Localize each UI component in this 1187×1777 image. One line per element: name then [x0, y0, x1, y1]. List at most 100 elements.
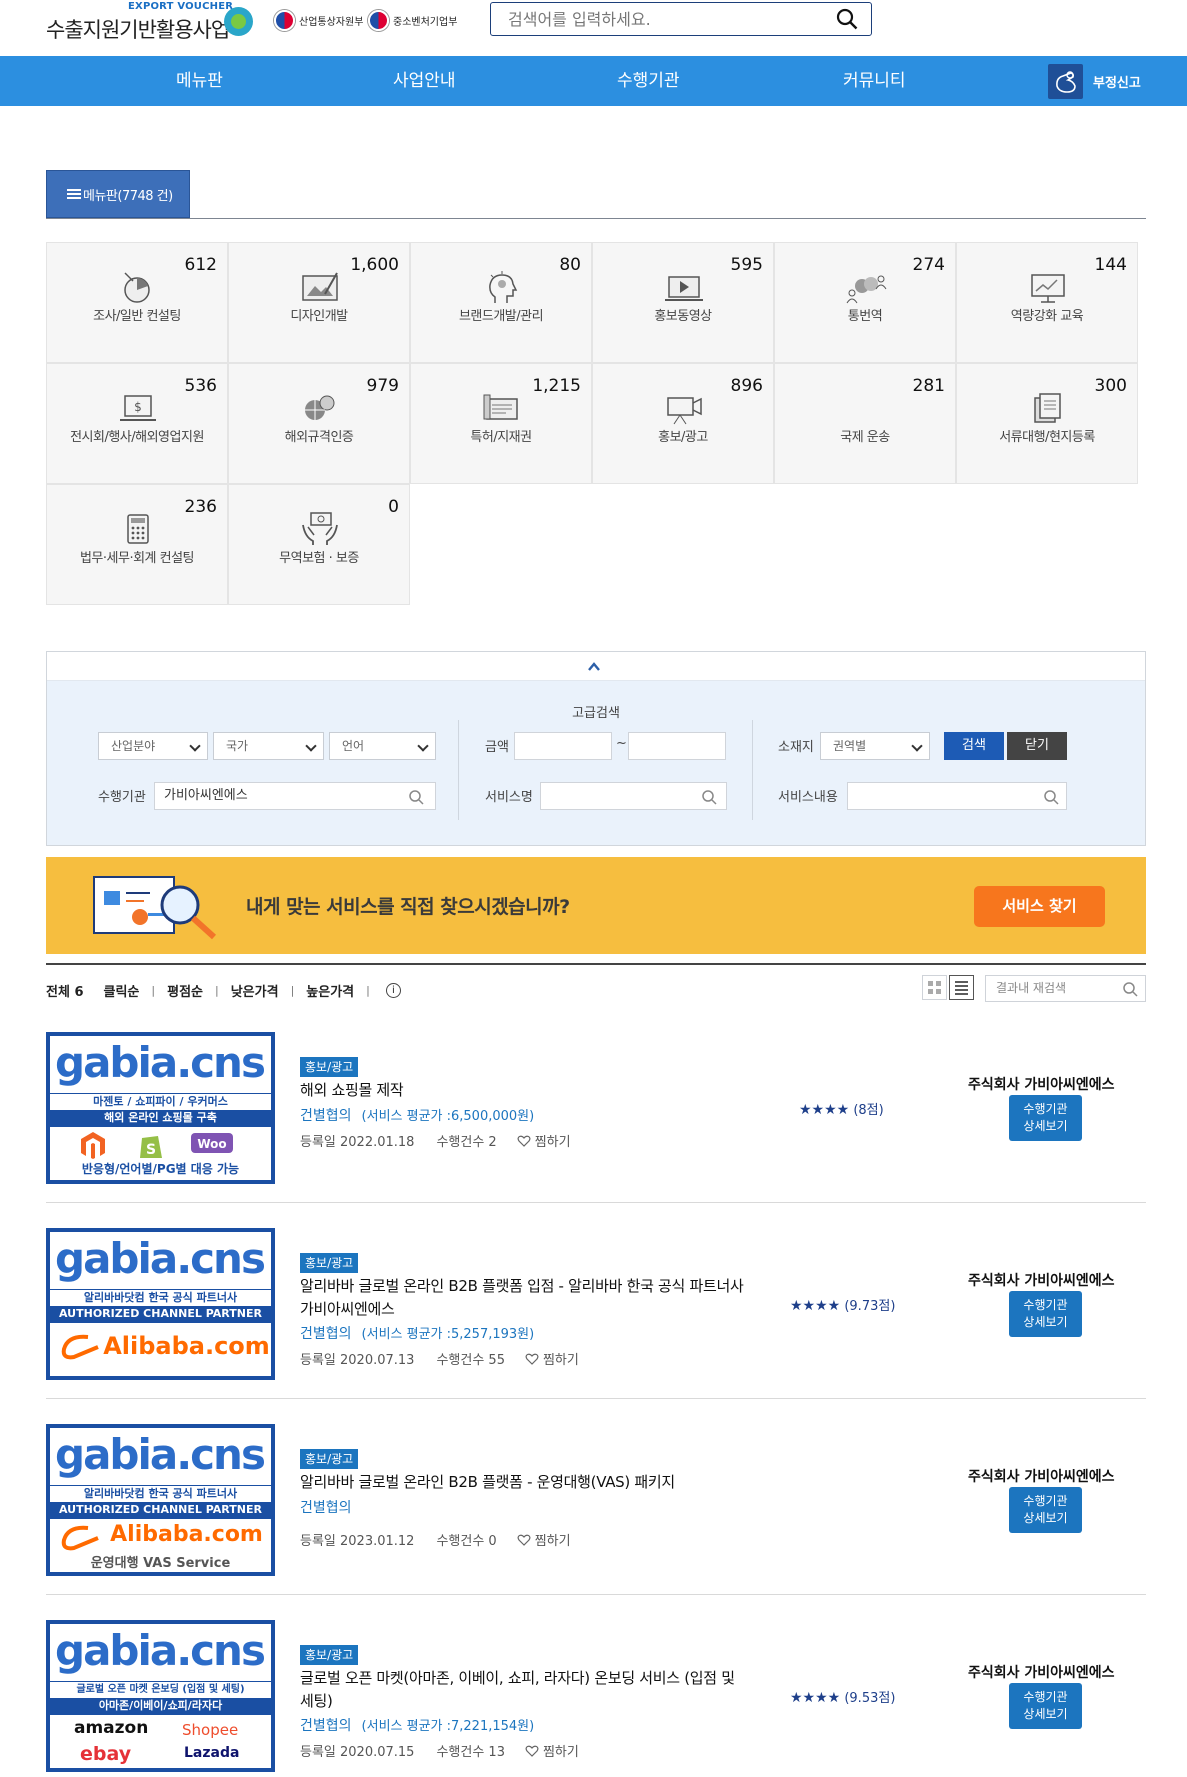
wishlist-button[interactable]: 찜하기	[535, 1131, 571, 1150]
category-card[interactable]: 612 조사/일반 컨설팅	[46, 242, 228, 363]
service-title[interactable]: 해외 쇼핑몰 제작	[300, 1079, 750, 1102]
search-document-illustration	[93, 876, 217, 940]
sort-low-price[interactable]: 낮은가격	[231, 981, 279, 1000]
search-input[interactable]	[508, 8, 808, 30]
category-card[interactable]: 300 서류대행/현지등록	[956, 363, 1138, 484]
category-card[interactable]: 281 국제 운송	[774, 363, 956, 484]
divider	[46, 963, 1146, 965]
logo-subtitle: EXPORT VOUCHER	[128, 1, 234, 12]
sort-high-price[interactable]: 높은가격	[306, 981, 354, 1000]
search-icon[interactable]	[836, 8, 858, 30]
agency-detail-button[interactable]: 수행기관 상세보기	[1009, 1487, 1082, 1533]
search-button[interactable]: 검색	[944, 732, 1004, 760]
search-icon[interactable]	[1043, 789, 1059, 805]
grid-view-button[interactable]	[922, 975, 947, 1000]
category-count: 281	[912, 376, 945, 396]
close-button[interactable]: 닫기	[1007, 732, 1067, 760]
country-select[interactable]: 국가	[213, 732, 324, 760]
nav-item-menu[interactable]: 메뉴판	[176, 56, 223, 106]
category-card[interactable]: 979 해외규격인증	[228, 363, 410, 484]
category-label: 역량강화 교육	[1010, 309, 1084, 324]
rating-score: (8점)	[853, 1103, 884, 1118]
service-content-input[interactable]	[847, 782, 1067, 810]
industry-select[interactable]: 산업분야	[98, 732, 208, 760]
service-thumbnail[interactable]: gabia.cns 글로벌 오픈 마켓 온보딩 (입점 및 세팅) 아마존/이베…	[46, 1620, 275, 1772]
svg-text:S: S	[146, 1142, 156, 1158]
heart-icon[interactable]	[517, 1135, 531, 1147]
agency-input[interactable]: 가비아씨엔에스	[154, 782, 436, 810]
category-count: 896	[730, 376, 763, 396]
site-logo[interactable]: EXPORT VOUCHER 수출지원기반활용사업	[46, 1, 256, 52]
category-card[interactable]: 0 무역보험 · 보증	[228, 484, 410, 605]
amount-max-input[interactable]	[628, 732, 726, 760]
language-select[interactable]: 언어	[329, 732, 436, 760]
category-card[interactable]: 896 홍보/광고	[592, 363, 774, 484]
category-card[interactable]: 536 $ 전시회/행사/해외영업지원	[46, 363, 228, 484]
banner-text: 내게 맞는 서비스를 직접 찾으시겠습니까?	[246, 896, 570, 918]
category-label: 특허/지재권	[470, 430, 532, 445]
service-title[interactable]: 알리바바 글로벌 온라인 B2B 플랫폼 - 운영대행(VAS) 패키지	[300, 1471, 750, 1494]
detail-line2: 상세보기	[1023, 1707, 1068, 1721]
category-card[interactable]: 80 브랜드개발/관리	[410, 242, 592, 363]
search-icon[interactable]	[408, 789, 424, 805]
tab-menu[interactable]: 메뉴판(7748 건)	[46, 170, 190, 218]
company-name: 주식회사 가비아씨엔에스	[968, 1665, 1115, 1681]
company-name: 주식회사 가비아씨엔에스	[968, 1077, 1115, 1093]
sort-click[interactable]: 클릭순	[104, 981, 140, 1000]
sort-rating[interactable]: 평점순	[167, 981, 203, 1000]
agency-detail-button[interactable]: 수행기관상세보기	[1009, 1095, 1082, 1141]
category-label: 통번역	[847, 309, 883, 324]
wishlist-button[interactable]: 찜하기	[543, 1349, 579, 1368]
service-thumbnail[interactable]: gabia.cns 알리바바닷컴 한국 공식 파트너사 AUTHORIZED C…	[46, 1228, 275, 1380]
wishlist-button[interactable]: 찜하기	[535, 1530, 571, 1549]
category-card[interactable]: 236 법무·세무·회계 컨설팅	[46, 484, 228, 605]
service-thumbnail[interactable]: gabia.cns 알리바바닷컴 한국 공식 파트너사 AUTHORIZED C…	[46, 1424, 275, 1576]
category-card[interactable]: 1,600 디자인개발	[228, 242, 410, 363]
category-card[interactable]: 274 통번역	[774, 242, 956, 363]
performance-count: 수행건수 2	[436, 1135, 497, 1150]
ministry-logo-sme[interactable]: 중소벤처기업부	[368, 9, 457, 31]
heart-icon[interactable]	[525, 1745, 539, 1757]
site-search	[490, 2, 872, 36]
location-select[interactable]: 권역별	[820, 732, 930, 760]
category-count: 979	[366, 376, 399, 396]
service-title[interactable]: 알리바바 글로벌 온라인 B2B 플랫폼 입점 - 알리바바 한국 공식 파트너…	[300, 1275, 750, 1321]
price-info: 건별협의 (서비스 평균가 :6,500,000원)	[300, 1105, 534, 1125]
detail-line1: 수행기관	[1023, 1102, 1068, 1116]
search-icon[interactable]	[1122, 981, 1138, 997]
detail-line2: 상세보기	[1023, 1119, 1068, 1133]
ministry-logo-trade[interactable]: 산업통상자원부	[274, 9, 363, 31]
service-name-input[interactable]	[540, 782, 727, 810]
service-thumbnail[interactable]: gabia.cns 마젠토 / 쇼피파이 / 우커머스 해외 온라인 쇼핑몰 구…	[46, 1032, 275, 1184]
shipping-icon	[845, 390, 887, 426]
category-count: 536	[184, 376, 217, 396]
find-service-button[interactable]: 서비스 찾기	[974, 886, 1105, 927]
registration-date: 등록일 2022.01.18	[300, 1135, 415, 1150]
category-label: 해외규격인증	[284, 430, 354, 445]
amount-min-input[interactable]	[514, 732, 612, 760]
category-card[interactable]: 144 역량강화 교육	[956, 242, 1138, 363]
nav-item-agency[interactable]: 수행기관	[617, 56, 680, 106]
chevron-up-icon[interactable]	[587, 660, 601, 674]
search-icon[interactable]	[701, 789, 717, 805]
nav-item-community[interactable]: 커뮤니티	[843, 56, 906, 106]
item-meta: 등록일 2020.07.15 수행건수 13 찜하기	[300, 1741, 579, 1760]
heart-icon[interactable]	[517, 1534, 531, 1546]
category-card[interactable]: 1,215 특허/지재권	[410, 363, 592, 484]
agency-detail-button[interactable]: 수행기관 상세보기	[1009, 1291, 1082, 1337]
collapse-bar[interactable]	[47, 652, 1145, 681]
list-view-button[interactable]	[949, 975, 974, 1000]
agency-detail-button[interactable]: 수행기관 상세보기	[1009, 1683, 1082, 1729]
thumbnail-strip: 해외 온라인 쇼핑몰 구축	[50, 1110, 271, 1127]
info-icon[interactable]: i	[385, 982, 401, 998]
category-card[interactable]: 595 홍보동영상	[592, 242, 774, 363]
report-button[interactable]: 부정신고	[1048, 63, 1141, 99]
nav-item-business[interactable]: 사업안내	[393, 56, 456, 106]
star-rating: ★★★★	[799, 1102, 850, 1118]
heart-icon[interactable]	[525, 1353, 539, 1365]
wishlist-button[interactable]: 찜하기	[543, 1741, 579, 1760]
price-type: 건별협의	[300, 1326, 352, 1342]
service-title[interactable]: 글로벌 오픈 마켓(아마존, 이베이, 쇼피, 라자다) 온보딩 서비스 (입점…	[300, 1667, 750, 1713]
amazon-logo: amazon	[74, 1718, 149, 1738]
star-rating: ★★★★	[790, 1298, 841, 1314]
